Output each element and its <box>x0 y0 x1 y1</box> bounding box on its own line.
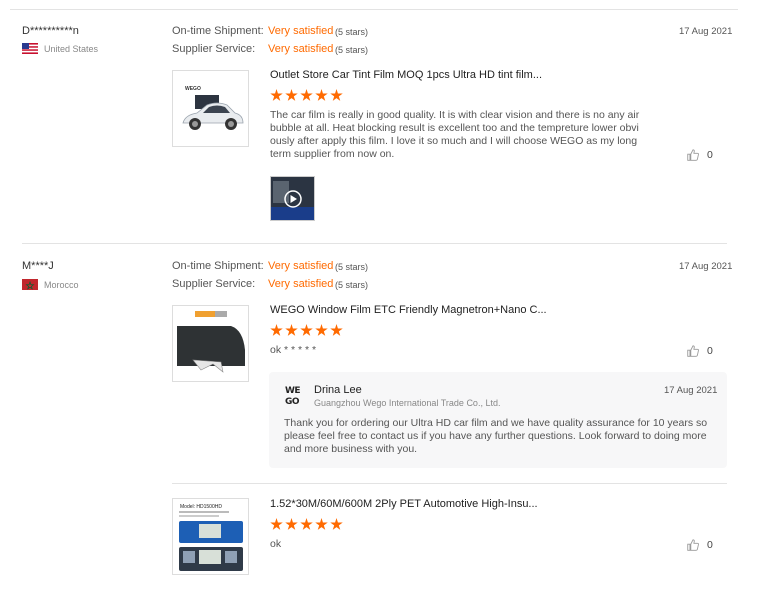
like-count: 0 <box>707 149 713 161</box>
like-count: 0 <box>707 539 713 551</box>
supplier-value: Very satisfied <box>268 278 334 290</box>
thumbs-up-icon <box>687 345 699 357</box>
star-icon <box>315 324 328 336</box>
review-text: The car film is really in good quality. … <box>270 109 640 160</box>
star-icon <box>300 518 313 530</box>
star-icon <box>270 324 283 336</box>
review-date: 17 Aug 2021 <box>679 261 733 272</box>
reply-company-name: Guangzhou Wego International Trade Co., … <box>314 398 501 408</box>
review-date: 17 Aug 2021 <box>679 26 733 37</box>
product-title[interactable]: Outlet Store Car Tint Film MOQ 1pcs Ultr… <box>270 69 542 81</box>
meter-image <box>179 511 243 571</box>
supplier-label: Supplier Service: <box>172 43 256 55</box>
like-button[interactable]: 0 <box>686 148 713 162</box>
window-film-image <box>177 311 245 373</box>
ontime-label: On-time Shipment: <box>172 25 264 37</box>
review-text: ok * * * * * <box>270 344 317 356</box>
buyer-name: D**********n <box>22 25 79 37</box>
star-icon <box>315 518 328 530</box>
review-text: ok <box>270 538 282 550</box>
star-icon <box>300 89 313 101</box>
thumbs-up-icon <box>687 539 699 551</box>
star-icon <box>270 518 283 530</box>
star-icon <box>330 324 343 336</box>
product-rating <box>270 518 343 531</box>
reply-author-name: Drina Lee <box>314 384 362 396</box>
supplier-stars: (5 stars) <box>335 280 369 290</box>
review-video-thumbnail[interactable] <box>270 176 315 221</box>
thumb-model-label: Model: HD1500HD <box>180 504 222 510</box>
morocco-flag-icon <box>22 279 38 290</box>
product-thumbnail[interactable] <box>172 305 249 382</box>
like-count: 0 <box>707 345 713 357</box>
product-rating <box>270 89 343 102</box>
buyer-country: United States <box>22 43 98 54</box>
us-flag-icon <box>22 43 38 54</box>
reply-text: Thank you for ordering our Ultra HD car … <box>284 417 708 455</box>
star-icon <box>285 89 298 101</box>
product-title[interactable]: WEGO Window Film ETC Friendly Magnetron+… <box>270 304 547 316</box>
like-button[interactable]: 0 <box>686 344 713 358</box>
star-icon <box>270 89 283 101</box>
star-icon <box>300 324 313 336</box>
ontime-stars: (5 stars) <box>335 262 369 272</box>
car-image <box>182 95 244 130</box>
country-label: Morocco <box>44 279 79 290</box>
svg-text:WE: WE <box>285 386 300 396</box>
like-button[interactable]: 0 <box>686 538 713 552</box>
ontime-value: Very satisfied <box>268 25 334 37</box>
star-icon <box>315 89 328 101</box>
star-icon <box>330 89 343 101</box>
divider <box>172 483 727 484</box>
divider <box>22 243 727 244</box>
thumb-brand: WEGO <box>185 86 201 92</box>
supplier-value: Very satisfied <box>268 43 334 55</box>
star-icon <box>285 518 298 530</box>
star-icon <box>330 518 343 530</box>
ontime-value: Very satisfied <box>268 260 334 272</box>
reply-date: 17 Aug 2021 <box>664 385 718 396</box>
ontime-label: On-time Shipment: <box>172 260 264 272</box>
product-thumbnail[interactable]: Model: HD1500HD <box>172 498 249 575</box>
star-icon <box>285 324 298 336</box>
divider <box>10 9 738 10</box>
thumbs-up-icon <box>687 149 699 161</box>
buyer-name: M****J <box>22 260 54 272</box>
product-title[interactable]: 1.52*30M/60M/600M 2Ply PET Automotive Hi… <box>270 498 538 510</box>
svg-text:GO: GO <box>285 397 300 406</box>
product-thumbnail[interactable]: WEGO <box>172 70 249 147</box>
supplier-reply: WE GO Drina Lee Guangzhou Wego Internati… <box>269 372 727 468</box>
wego-logo: WE GO <box>285 384 307 407</box>
country-label: United States <box>44 43 99 54</box>
supplier-label: Supplier Service: <box>172 278 256 290</box>
ontime-stars: (5 stars) <box>335 27 369 37</box>
supplier-stars: (5 stars) <box>335 45 369 55</box>
product-rating <box>270 324 343 337</box>
buyer-country: Morocco <box>22 279 79 290</box>
